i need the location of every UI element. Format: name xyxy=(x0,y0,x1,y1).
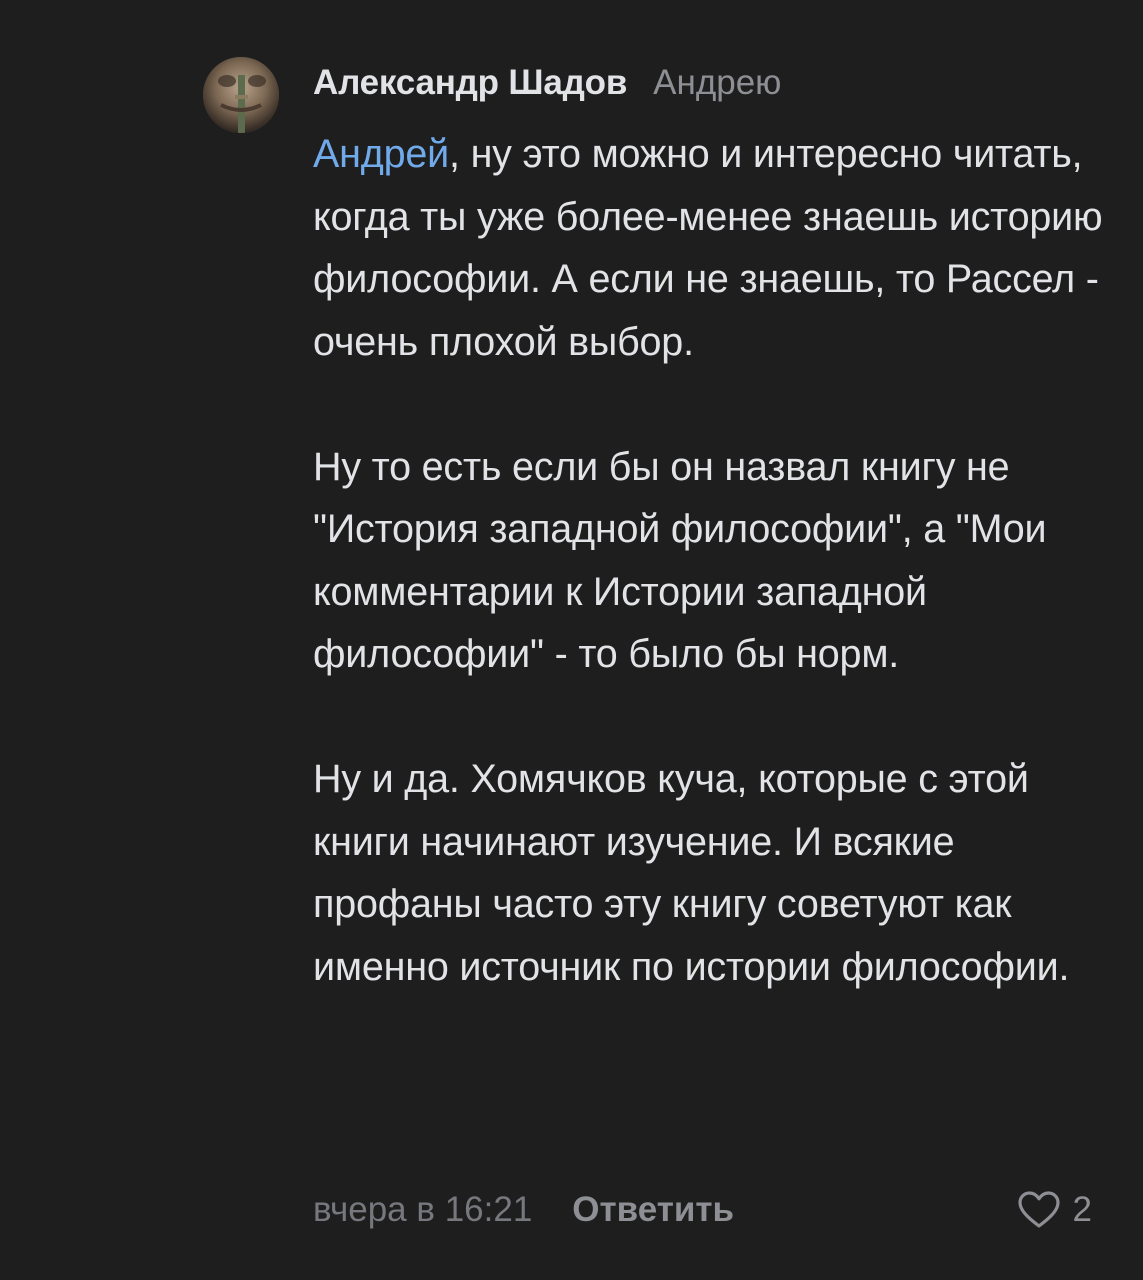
comment-text: Андрей, ну это можно и интересно читать,… xyxy=(313,123,1113,998)
like-count: 2 xyxy=(1072,1190,1092,1229)
author-avatar[interactable] xyxy=(203,57,279,133)
author-name[interactable]: Александр Шадов xyxy=(313,63,627,103)
comment-footer: вчера в 16:21 Ответить 2 xyxy=(313,1182,1103,1238)
comment-header: Александр Шадов Андрею xyxy=(313,63,781,115)
comment: Александр Шадов Андрею Андрей, ну это мо… xyxy=(0,0,1143,1280)
comment-paragraph: Ну то есть если бы он назвал книгу не "И… xyxy=(313,444,1047,677)
avatar-image xyxy=(203,57,279,133)
reply-button[interactable]: Ответить xyxy=(572,1190,734,1230)
mention-link[interactable]: Андрей xyxy=(313,132,449,176)
reply-to-name[interactable]: Андрею xyxy=(653,63,781,103)
like-button[interactable]: 2 xyxy=(1017,1182,1092,1238)
heart-outline-icon xyxy=(1017,1191,1060,1228)
comment-paragraph: Ну и да. Хомячков куча, которые с этой к… xyxy=(313,757,1070,989)
comment-timestamp[interactable]: вчера в 16:21 xyxy=(313,1190,532,1230)
comment-paragraph: Андрей, ну это можно и интересно читать,… xyxy=(313,123,1113,373)
